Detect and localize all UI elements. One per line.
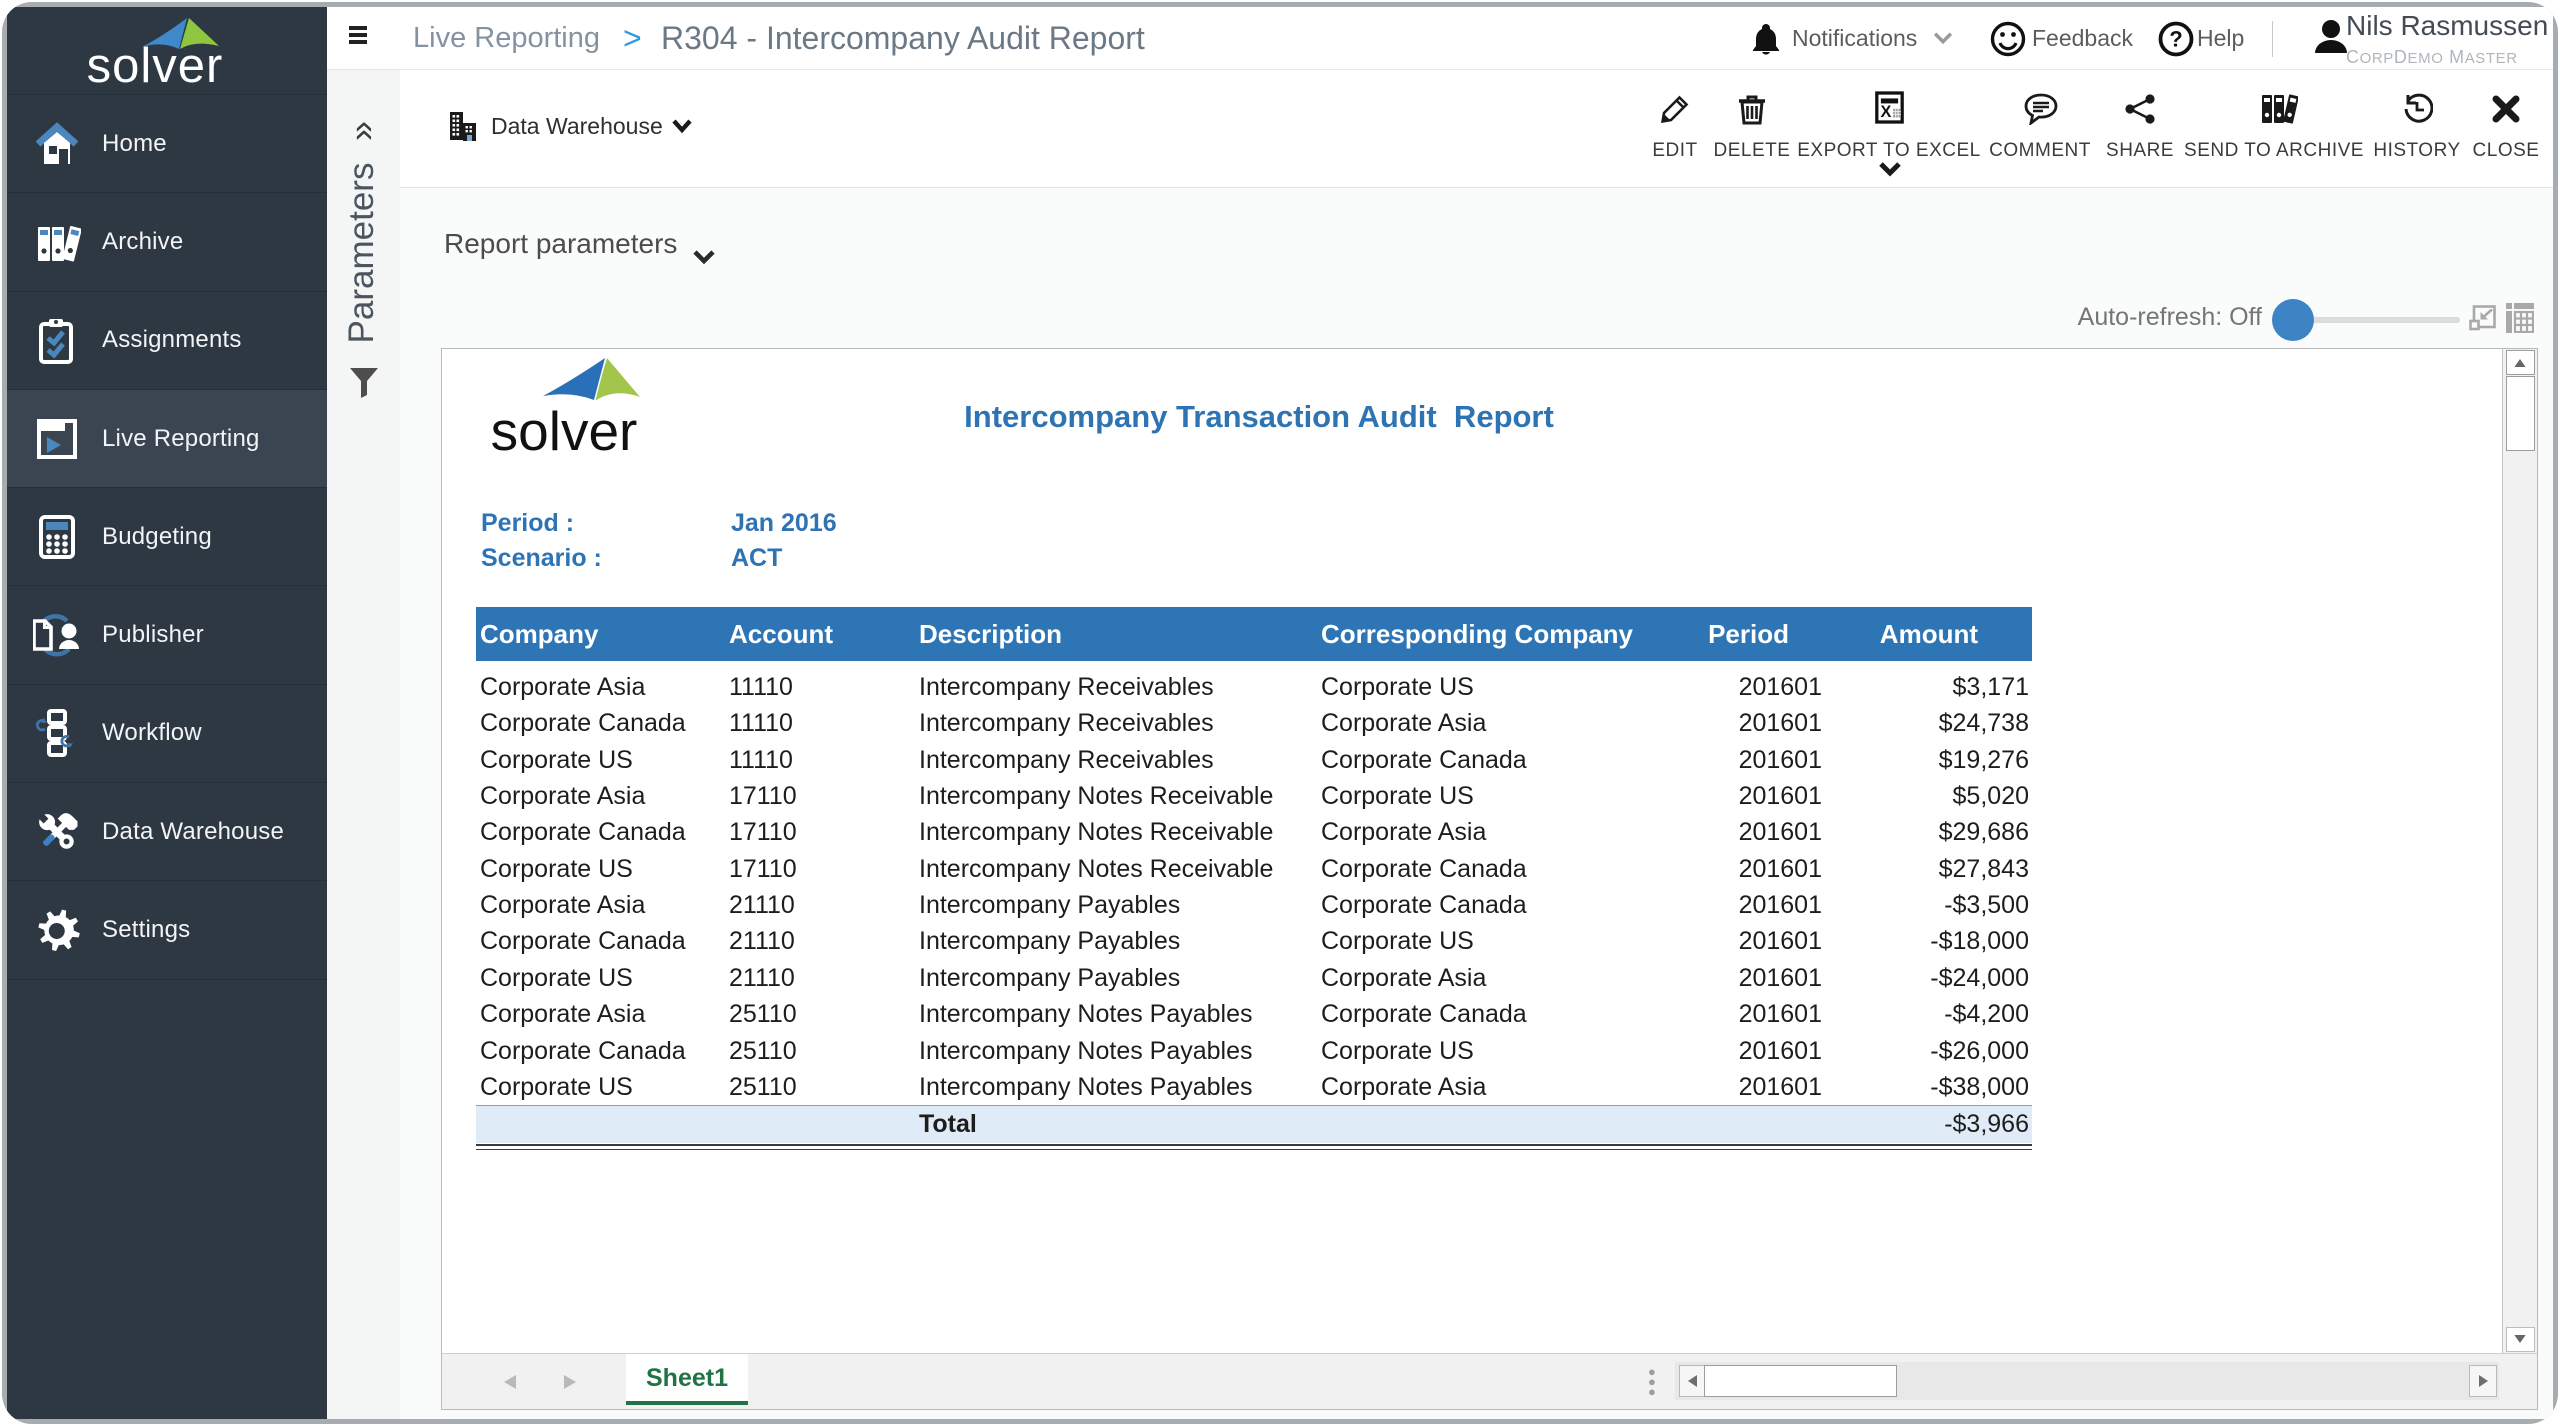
svg-text:solver: solver: [87, 39, 224, 93]
svg-text:X: X: [1880, 103, 1891, 121]
svg-text:?: ?: [2169, 27, 2182, 52]
